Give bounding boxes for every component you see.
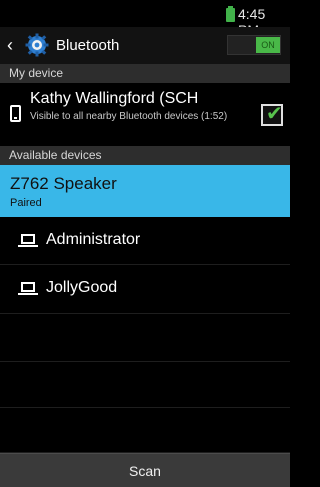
section-header-my-device: My device (0, 64, 290, 83)
checkmark-icon: ✔ (266, 103, 283, 125)
empty-list-row (0, 362, 290, 408)
scan-label: Scan (129, 463, 161, 479)
laptop-icon (18, 234, 38, 247)
my-device-name: Kathy Wallingford (SCH (30, 90, 199, 107)
action-bar: ‹ Bluetooth ON (0, 27, 290, 64)
scan-button[interactable]: Scan (0, 453, 290, 487)
bluetooth-toggle[interactable]: ON (227, 35, 281, 55)
laptop-icon (18, 282, 38, 295)
phone-icon (10, 105, 21, 122)
gear-icon[interactable] (25, 33, 49, 57)
section-header-available-devices: Available devices (0, 146, 290, 165)
visibility-checkbox[interactable]: ✔ (261, 103, 283, 126)
my-device-visibility: Visible to all nearby Bluetooth devices … (30, 111, 228, 122)
empty-list-row (0, 408, 290, 453)
chevron-left-icon[interactable]: ‹ (7, 36, 21, 54)
empty-list-row (0, 314, 290, 362)
device-name: JollyGood (46, 279, 118, 296)
toggle-on-label: ON (256, 37, 280, 53)
device-row-administrator[interactable]: Administrator (0, 217, 290, 265)
device-row-jollygood[interactable]: JollyGood (0, 265, 290, 314)
battery-icon (226, 6, 235, 22)
device-name: Administrator (46, 231, 141, 248)
device-row-z762-speaker[interactable]: Z762 Speaker Paired (0, 165, 290, 217)
device-status: Paired (10, 197, 42, 209)
status-bar: 4:45 PM (0, 0, 290, 38)
my-device-row[interactable]: Kathy Wallingford (SCH Visible to all ne… (0, 83, 290, 146)
page-title: Bluetooth (56, 37, 120, 54)
device-name: Z762 Speaker (10, 174, 117, 193)
